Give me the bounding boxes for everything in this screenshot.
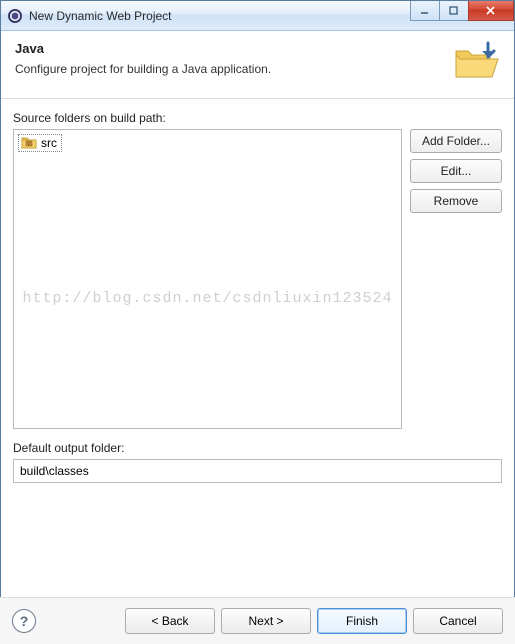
minimize-button[interactable]: [410, 1, 440, 21]
next-button[interactable]: Next >: [221, 608, 311, 634]
maximize-button[interactable]: [439, 1, 469, 21]
list-item-label: src: [41, 136, 57, 150]
watermark-text: http://blog.csdn.net/csdnliuxin123524: [22, 290, 392, 307]
source-buttons: Add Folder... Edit... Remove: [410, 129, 502, 429]
wizard-footer: ? < Back Next > Finish Cancel: [0, 597, 515, 644]
source-folders-label: Source folders on build path:: [13, 111, 502, 125]
back-button[interactable]: < Back: [125, 608, 215, 634]
package-folder-icon: [21, 136, 37, 150]
output-folder-input[interactable]: [13, 459, 502, 483]
wizard-title: Java: [15, 41, 500, 56]
finish-button[interactable]: Finish: [317, 608, 407, 634]
wizard-header: Java Configure project for building a Ja…: [1, 31, 514, 99]
window-controls: [411, 1, 514, 21]
title-bar: New Dynamic Web Project: [1, 1, 514, 31]
help-icon[interactable]: ?: [12, 609, 36, 633]
app-icon: [7, 8, 23, 24]
folder-open-icon: [450, 37, 502, 89]
cancel-button[interactable]: Cancel: [413, 608, 503, 634]
window-title: New Dynamic Web Project: [29, 9, 172, 23]
wizard-content: Source folders on build path: src http:/…: [1, 99, 514, 489]
close-button[interactable]: [468, 1, 514, 21]
source-folders-list[interactable]: src http://blog.csdn.net/csdnliuxin12352…: [13, 129, 402, 429]
remove-button[interactable]: Remove: [410, 189, 502, 213]
output-folder-label: Default output folder:: [13, 441, 502, 455]
wizard-description: Configure project for building a Java ap…: [15, 62, 500, 76]
list-item[interactable]: src: [18, 134, 62, 152]
edit-button[interactable]: Edit...: [410, 159, 502, 183]
add-folder-button[interactable]: Add Folder...: [410, 129, 502, 153]
